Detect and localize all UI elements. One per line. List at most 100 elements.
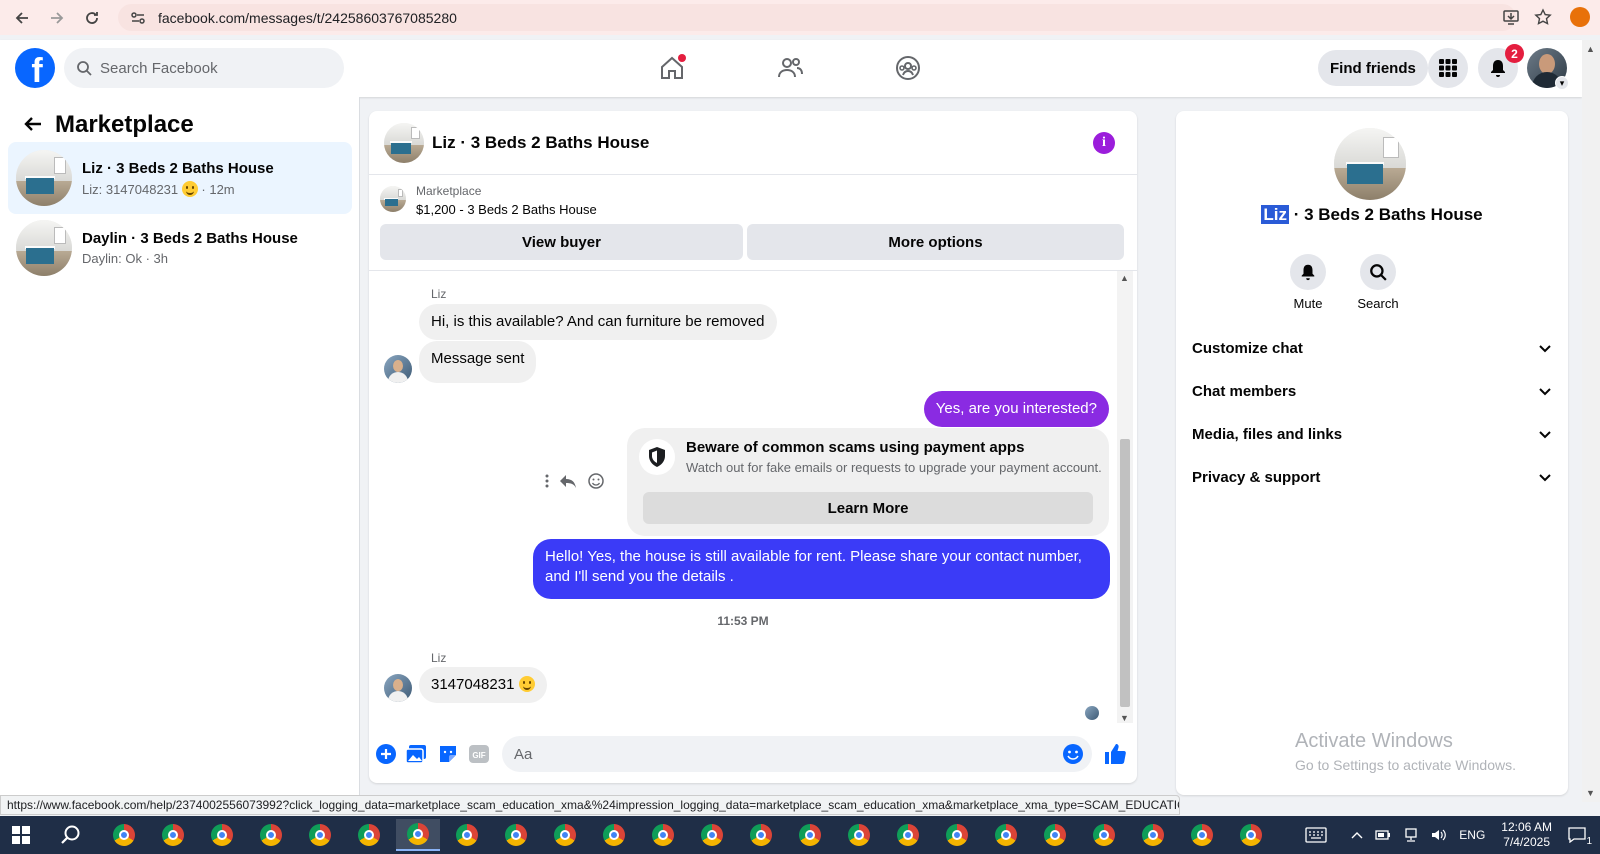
conversation-name: Daylin · 3 Beds 2 Baths House: [82, 230, 298, 247]
sender-avatar[interactable]: [384, 355, 412, 383]
chrome-taskbar-icon[interactable]: [984, 819, 1028, 851]
view-buyer-button[interactable]: View buyer: [380, 224, 743, 260]
chrome-taskbar-icon[interactable]: [347, 819, 391, 851]
url-text[interactable]: facebook.com/messages/t/2425860376708528…: [158, 10, 457, 26]
search-in-chat-button[interactable]: Search: [1348, 254, 1408, 311]
chrome-taskbar-icon[interactable]: [102, 819, 146, 851]
emoji-picker-icon[interactable]: [1062, 743, 1084, 765]
friends-nav-icon[interactable]: [770, 48, 810, 88]
chrome-taskbar-icon[interactable]: [1033, 819, 1077, 851]
find-friends-button[interactable]: Find friends: [1318, 50, 1428, 86]
chat-title[interactable]: Liz · 3 Beds 2 Baths House: [432, 133, 649, 153]
groups-nav-icon[interactable]: [888, 48, 928, 88]
account-avatar[interactable]: ▾: [1527, 48, 1569, 90]
battery-icon[interactable]: [1375, 829, 1391, 841]
facebook-logo[interactable]: f: [15, 48, 55, 88]
chrome-taskbar-icon[interactable]: [886, 819, 930, 851]
volume-icon[interactable]: [1431, 828, 1447, 842]
chrome-taskbar-icon[interactable]: [445, 819, 489, 851]
message-input-box[interactable]: [502, 736, 1092, 772]
privacy-support-section[interactable]: Privacy & support: [1192, 457, 1552, 497]
search-box[interactable]: [64, 48, 344, 88]
browser-profile-icon[interactable]: [1570, 7, 1590, 27]
incoming-message[interactable]: 3147048231: [419, 667, 547, 703]
outgoing-message[interactable]: Hello! Yes, the house is still available…: [533, 539, 1110, 599]
page-scrollbar[interactable]: ▲ ▼: [1582, 40, 1600, 802]
scroll-up-arrow-icon[interactable]: ▲: [1586, 44, 1595, 54]
chrome-taskbar-icon[interactable]: [298, 819, 342, 851]
scrollbar-thumb[interactable]: [1120, 439, 1130, 707]
chat-members-section[interactable]: Chat members: [1192, 371, 1552, 411]
network-icon[interactable]: [1403, 828, 1419, 842]
chrome-taskbar-icon[interactable]: [641, 819, 685, 851]
chrome-taskbar-icon[interactable]: [739, 819, 783, 851]
listing-thumbnail[interactable]: [380, 186, 406, 212]
chrome-taskbar-icon[interactable]: [788, 819, 832, 851]
react-emoji-icon[interactable]: [587, 472, 605, 490]
listing-price[interactable]: $1,200 - 3 Beds 2 Baths House: [416, 202, 597, 217]
chrome-taskbar-icon[interactable]: [1229, 819, 1273, 851]
chrome-taskbar-icon[interactable]: [837, 819, 881, 851]
reply-icon[interactable]: [559, 473, 577, 489]
chevron-up-icon[interactable]: [1351, 831, 1363, 839]
back-arrow-icon[interactable]: [18, 109, 48, 139]
back-icon[interactable]: [9, 5, 35, 31]
conversation-item[interactable]: Daylin · 3 Beds 2 Baths House Daylin: Ok…: [8, 212, 352, 284]
home-nav-icon[interactable]: [652, 48, 692, 88]
scroll-down-arrow-icon[interactable]: ▼: [1120, 713, 1129, 723]
media-files-links-section[interactable]: Media, files and links: [1192, 414, 1552, 454]
chat-scrollbar[interactable]: ▲ ▼: [1117, 271, 1133, 723]
plus-circle-icon[interactable]: [375, 743, 397, 765]
mute-button[interactable]: Mute: [1278, 254, 1338, 311]
menu-grid-icon[interactable]: [1428, 48, 1468, 88]
reload-icon[interactable]: [79, 5, 105, 31]
more-vertical-icon[interactable]: [545, 474, 549, 488]
clock[interactable]: 12:06 AM 7/4/2025: [1501, 820, 1552, 850]
scroll-down-arrow-icon[interactable]: ▼: [1586, 788, 1595, 798]
incoming-message[interactable]: Message sent: [419, 341, 537, 383]
customize-chat-section[interactable]: Customize chat: [1192, 328, 1552, 368]
install-app-icon[interactable]: [1498, 4, 1524, 30]
scam-warning-card: Beware of common scams using payment app…: [627, 428, 1109, 536]
chat-thumbnail[interactable]: [384, 122, 424, 163]
mute-label: Mute: [1293, 296, 1323, 311]
learn-more-button[interactable]: Learn More: [643, 492, 1093, 524]
sticker-icon[interactable]: [437, 743, 459, 765]
forward-icon[interactable]: [44, 5, 70, 31]
chrome-taskbar-icon[interactable]: [1082, 819, 1126, 851]
outgoing-message[interactable]: Yes, are you interested?: [923, 391, 1109, 427]
chrome-taskbar-icon[interactable]: [200, 819, 244, 851]
site-info-icon[interactable]: [130, 10, 146, 26]
gif-icon[interactable]: GIF: [468, 743, 490, 765]
chrome-taskbar-icon[interactable]: [1180, 819, 1224, 851]
chrome-taskbar-icon[interactable]: [249, 819, 293, 851]
more-options-button[interactable]: More options: [747, 224, 1124, 260]
chrome-taskbar-icon[interactable]: [1131, 819, 1175, 851]
info-icon[interactable]: i: [1093, 132, 1115, 154]
chrome-taskbar-icon[interactable]: [151, 819, 195, 851]
language-indicator[interactable]: ENG: [1459, 828, 1485, 842]
address-bar[interactable]: facebook.com/messages/t/2425860376708528…: [118, 4, 1516, 31]
incoming-message[interactable]: Hi, is this available? And can furniture…: [419, 304, 777, 340]
sender-name: Liz: [431, 287, 447, 301]
scam-warning-title: Beware of common scams using payment app…: [686, 439, 1025, 456]
action-center-icon[interactable]: 1: [1568, 827, 1592, 847]
search-input[interactable]: [100, 59, 320, 77]
chrome-taskbar-icon[interactable]: [494, 819, 538, 851]
taskbar-search-icon[interactable]: [60, 824, 82, 846]
chrome-taskbar-icon[interactable]: [690, 819, 734, 851]
keyboard-icon[interactable]: [1305, 827, 1327, 843]
notifications-bell-icon[interactable]: 2: [1478, 44, 1524, 88]
chrome-taskbar-icon[interactable]: [543, 819, 587, 851]
chrome-taskbar-icon[interactable]: [592, 819, 636, 851]
message-input[interactable]: [514, 745, 1054, 763]
chrome-taskbar-icon[interactable]: [396, 819, 440, 851]
windows-start-icon[interactable]: [12, 826, 30, 844]
conversation-item[interactable]: Liz · 3 Beds 2 Baths House Liz: 31470482…: [8, 142, 352, 214]
chrome-taskbar-icon[interactable]: [935, 819, 979, 851]
bookmark-star-icon[interactable]: [1530, 4, 1556, 30]
thumbs-up-icon[interactable]: [1102, 741, 1128, 767]
scroll-up-arrow-icon[interactable]: ▲: [1120, 273, 1129, 283]
photo-icon[interactable]: [405, 743, 427, 765]
sender-avatar[interactable]: [384, 674, 412, 702]
